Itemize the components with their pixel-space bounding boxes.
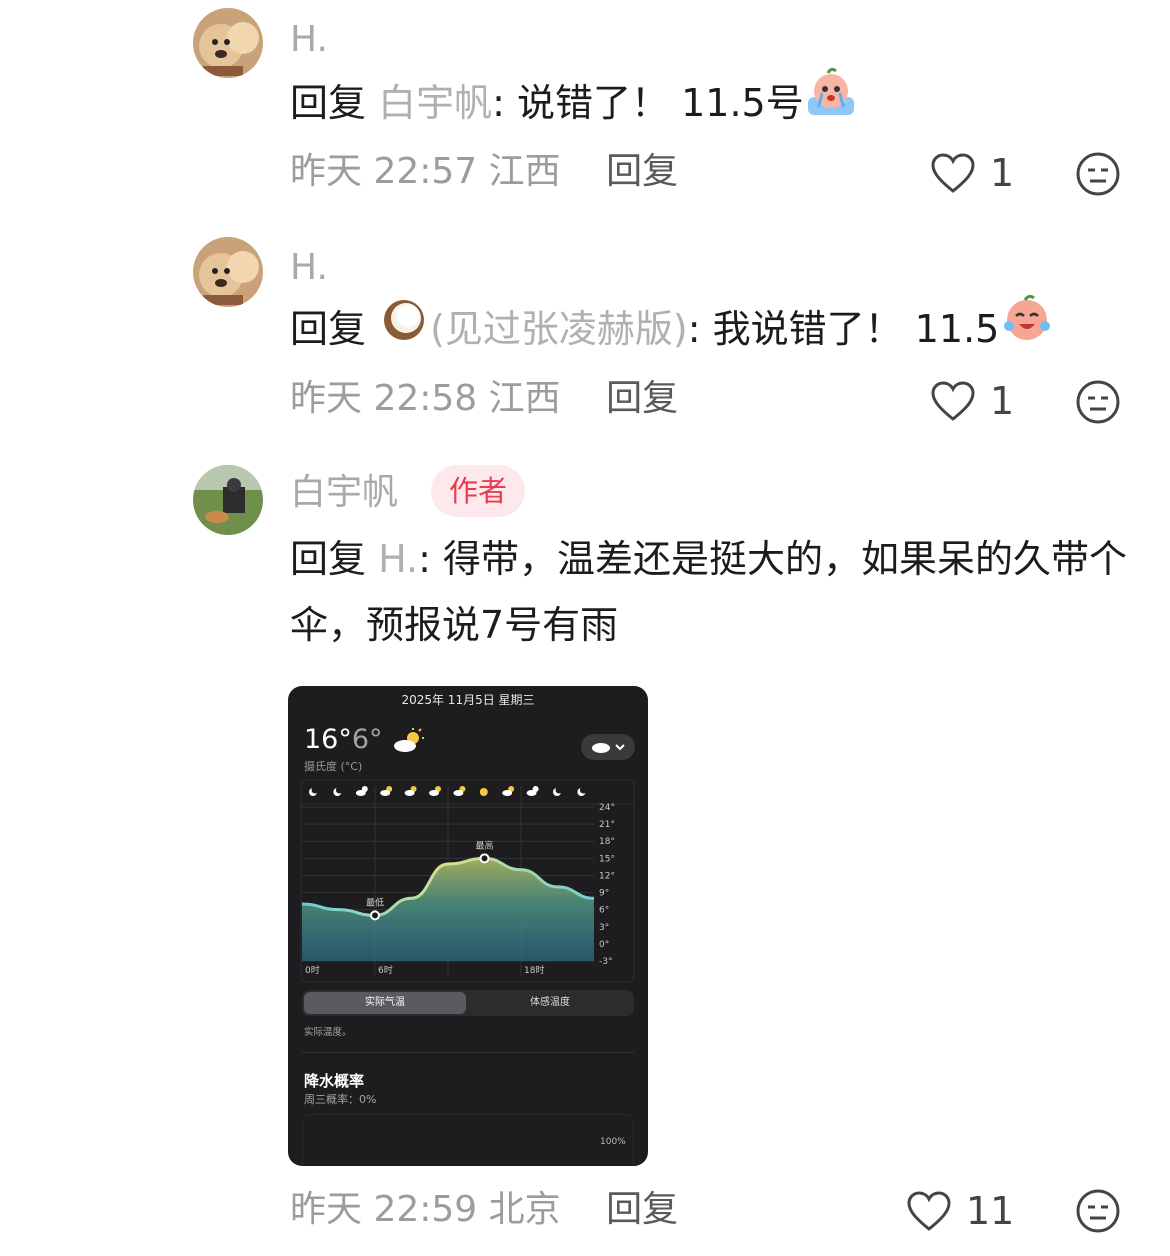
- reply-button[interactable]: 回复: [606, 1189, 678, 1230]
- moon-icon: [333, 786, 343, 796]
- coconut-icon: [378, 294, 430, 362]
- comment-time: 昨天 22:57: [290, 151, 478, 192]
- comment-location: 江西: [488, 378, 561, 419]
- cloud-sun-icon: [429, 786, 441, 796]
- username[interactable]: H.: [290, 250, 328, 286]
- annotation-label: 最低: [366, 896, 384, 908]
- like-button[interactable]: 1: [930, 152, 1014, 194]
- comment-time: 昨天 22:59: [290, 1189, 478, 1230]
- like-count: 1: [990, 151, 1015, 195]
- cloud-sun-icon: [453, 786, 466, 796]
- cloud-sun-icon: [502, 786, 515, 796]
- comment-location: 北京: [488, 1189, 561, 1230]
- avatar[interactable]: [193, 8, 263, 78]
- comment-meta: 昨天 22:59 北京 回复: [290, 1192, 678, 1228]
- heart-icon: [931, 381, 975, 421]
- y-tick-label: 12°: [599, 871, 615, 881]
- sun-icon: [479, 788, 488, 796]
- reply-prefix: 回复: [290, 307, 367, 351]
- y-tick-label: -3°: [599, 957, 612, 967]
- dislike-button[interactable]: [1075, 1188, 1121, 1234]
- meh-face-icon: [1076, 380, 1120, 424]
- avatar[interactable]: [193, 465, 263, 535]
- annotation-point: [479, 853, 490, 864]
- x-tick-label: 18时: [524, 964, 544, 976]
- cloud-moon-icon: [526, 786, 539, 796]
- tab-feels-like[interactable]: 体感温度: [468, 992, 632, 1014]
- precip-title: 降水概率: [304, 1072, 365, 1090]
- laughing-crying-peach-emoji: [999, 292, 1055, 364]
- temperature-chart: 最低 最高 24° 21° 18° 15° 12° 9° 6° 3° 0° -3° 0时 6时 18时: [300, 779, 635, 983]
- reply-text: : 我说错了！ 11.5: [687, 307, 1000, 351]
- heart-icon: [907, 1191, 951, 1231]
- temperature-mode-toggle[interactable]: 实际气温 体感温度: [302, 990, 634, 1016]
- crying-peach-emoji: [804, 67, 858, 137]
- author-badge: 作者: [431, 465, 526, 517]
- like-button[interactable]: 11: [906, 1190, 1014, 1232]
- y-tick-label: 3°: [599, 923, 609, 933]
- cloud-moon-icon: [355, 786, 368, 796]
- moon-icon: [309, 786, 319, 796]
- cloud-sun-icon: [380, 786, 393, 796]
- meh-face-icon: [1076, 152, 1120, 196]
- annotation-point: [370, 910, 380, 921]
- divider: [302, 1052, 634, 1053]
- y-tick-label: 24°: [599, 803, 615, 813]
- username[interactable]: 白宇帆: [290, 475, 398, 511]
- meh-face-icon: [1076, 1189, 1120, 1233]
- heart-icon: [931, 153, 975, 193]
- reply-button[interactable]: 回复: [606, 151, 678, 192]
- weather-screenshot[interactable]: 2025年 11月5日 星期三 16°6° 摄氏度 (°C) 最低 最高 24°…: [288, 686, 648, 1166]
- y-tick-label: 0°: [599, 940, 609, 950]
- moon-icon: [553, 786, 563, 796]
- cloud-sun-icon: [404, 786, 417, 796]
- comment-location: 江西: [488, 151, 561, 192]
- reply-target[interactable]: 白宇帆: [378, 81, 492, 125]
- y-tick-label: 9°: [599, 889, 609, 899]
- reply-target[interactable]: H.: [378, 537, 418, 581]
- x-tick-label: 6时: [378, 964, 393, 976]
- reply-prefix: 回复: [290, 537, 367, 581]
- reply-target[interactable]: (见过张凌赫版): [430, 307, 688, 351]
- precip-axis-label: 100%: [600, 1137, 626, 1147]
- y-tick-label: 15°: [599, 854, 615, 864]
- comment-text: 回复 (见过张凌赫版): 我说错了！ 11.5: [290, 294, 1055, 364]
- annotation-label: 最高: [475, 839, 493, 851]
- comment-time: 昨天 22:58: [290, 378, 478, 419]
- comment-text: 回复 白宇帆: 说错了！ 11.5号: [290, 67, 858, 137]
- dislike-button[interactable]: [1075, 151, 1121, 197]
- like-count: 11: [966, 1189, 1015, 1233]
- username[interactable]: H.: [290, 22, 328, 58]
- reply-text: : 说错了！ 11.5号: [492, 81, 804, 125]
- like-count: 1: [990, 379, 1015, 423]
- avatar[interactable]: [193, 237, 263, 307]
- comment-meta: 昨天 22:58 江西 回复: [290, 381, 678, 417]
- reply-prefix: 回复: [290, 81, 367, 125]
- y-tick-label: 6°: [599, 906, 609, 916]
- precip-chart: [302, 1114, 634, 1166]
- moon-icon: [577, 786, 587, 796]
- x-tick-label: 0时: [305, 964, 320, 976]
- precip-subtitle: 周三概率：0%: [304, 1093, 377, 1106]
- reply-button[interactable]: 回复: [606, 378, 678, 419]
- y-tick-label: 18°: [599, 837, 615, 847]
- comment-meta: 昨天 22:57 江西 回复: [290, 154, 678, 190]
- like-button[interactable]: 1: [930, 380, 1014, 422]
- y-tick-label: 21°: [599, 820, 615, 830]
- tab-actual-temp[interactable]: 实际气温: [304, 992, 466, 1014]
- comment-text: 回复 H.: 得带，温差还是挺大的，如果呆的久带个伞，预报说7号有雨: [290, 526, 1130, 658]
- dislike-button[interactable]: [1075, 379, 1121, 425]
- chart-caption: 实际温度。: [304, 1027, 352, 1038]
